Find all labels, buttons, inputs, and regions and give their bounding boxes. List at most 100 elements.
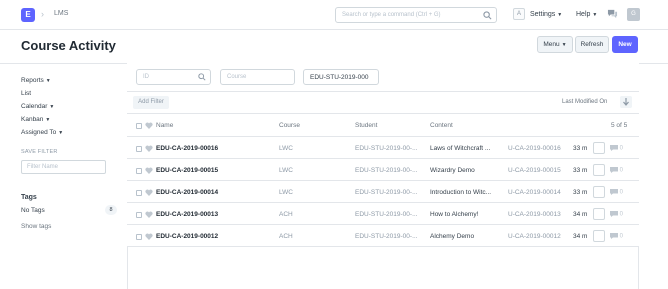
chevron-down-icon: ▼ — [49, 104, 55, 110]
row-student[interactable]: EDU-STU-2019-00-... — [355, 189, 418, 196]
heart-icon[interactable] — [145, 145, 153, 152]
comment-count-value: 0 — [619, 211, 624, 218]
row-course[interactable]: LWC — [279, 189, 293, 196]
row-student[interactable]: EDU-STU-2019-00-... — [355, 211, 418, 218]
row-name-link[interactable]: EDU-CA-2019-00014 — [156, 189, 218, 196]
sidebar-item-calendar[interactable]: Calendar ▼ — [21, 103, 54, 110]
sort-order-icon[interactable] — [620, 96, 632, 108]
comment-count-value: 0 — [619, 189, 624, 196]
comment-count: 0 — [610, 189, 623, 196]
heart-icon[interactable] — [145, 233, 153, 240]
sort-by-selector[interactable]: Last Modified On — [562, 99, 607, 105]
sidebar-item-assigned-to[interactable]: Assigned To ▼ — [21, 129, 63, 136]
row-content[interactable]: Laws of Witchcraft ... — [430, 145, 490, 152]
user-avatar[interactable]: G — [627, 8, 640, 21]
no-tags-item[interactable]: No Tags — [21, 207, 45, 214]
row-reference: U-CA-2019-00014 — [508, 189, 561, 196]
comment-icon — [610, 167, 618, 173]
breadcrumb-lms[interactable]: LMS — [54, 10, 68, 17]
row-reference: U-CA-2019-00015 — [508, 167, 561, 174]
row-checkbox[interactable] — [136, 168, 142, 174]
chevron-down-icon: ▼ — [58, 130, 64, 136]
help-dropdown[interactable]: Help ▼ — [576, 11, 597, 18]
list-header-row — [127, 114, 639, 137]
breadcrumb-separator: › — [41, 9, 44, 19]
row-content[interactable]: Alchemy Demo — [430, 233, 474, 240]
column-header-content: Content — [430, 122, 453, 129]
chevron-down-icon: ▼ — [45, 117, 51, 123]
help-label: Help — [576, 11, 591, 18]
menu-button[interactable]: Menu ▼ — [537, 36, 573, 53]
sidebar-item-label: Assigned To — [21, 129, 57, 136]
new-button[interactable]: New — [612, 36, 638, 53]
filter-name-input[interactable]: Filter Name — [21, 160, 106, 174]
chevron-down-icon: ▼ — [45, 78, 51, 84]
heart-icon[interactable] — [145, 167, 153, 174]
result-count: 5 of 5 — [611, 122, 628, 129]
row-name-link[interactable]: EDU-CA-2019-00015 — [156, 167, 218, 174]
search-icon — [198, 73, 206, 81]
search-icon — [483, 11, 492, 20]
add-filter-button[interactable]: Add Filter — [133, 96, 169, 109]
awesome-bar-search-input[interactable]: Search or type a command (Ctrl + G) — [335, 7, 497, 23]
refresh-button[interactable]: Refresh — [575, 36, 609, 53]
row-content[interactable]: Introduction to Witc... — [430, 189, 491, 196]
row-course[interactable]: LWC — [279, 167, 293, 174]
show-tags-link[interactable]: Show tags — [21, 223, 51, 230]
row-student[interactable]: EDU-STU-2019-00-... — [355, 167, 418, 174]
row-image-placeholder — [593, 186, 605, 198]
comment-icon — [610, 233, 618, 239]
no-tags-count-badge: 8 — [105, 205, 117, 215]
row-reference: U-CA-2019-00012 — [508, 233, 561, 240]
row-name-link[interactable]: EDU-CA-2019-00016 — [156, 145, 218, 152]
row-image-placeholder — [593, 142, 605, 154]
row-checkbox[interactable] — [136, 234, 142, 240]
heart-icon[interactable] — [145, 189, 153, 196]
row-checkbox[interactable] — [136, 146, 142, 152]
row-reference: U-CA-2019-00016 — [508, 145, 561, 152]
row-content[interactable]: Wizardry Demo — [430, 167, 475, 174]
comment-count: 0 — [610, 233, 623, 240]
sidebar-item-list[interactable]: List — [21, 90, 31, 97]
heart-icon[interactable] — [145, 211, 153, 218]
chat-icon[interactable] — [607, 9, 618, 19]
column-header-student: Student — [355, 122, 378, 129]
course-filter-input[interactable]: Course — [220, 69, 295, 85]
chevron-down-icon: ▼ — [561, 42, 567, 48]
save-filter-label: SAVE FILTER — [21, 149, 58, 155]
column-header-name: Name — [156, 122, 174, 129]
tags-heading: Tags — [21, 194, 37, 201]
row-modified-time: 33 m — [573, 189, 588, 196]
sidebar-item-label: Reports — [21, 77, 44, 84]
row-modified-time: 33 m — [573, 145, 588, 152]
row-reference: U-CA-2019-00013 — [508, 211, 561, 218]
row-name-link[interactable]: EDU-CA-2019-00013 — [156, 211, 218, 218]
comment-icon — [610, 211, 618, 217]
menu-button-label: Menu — [543, 41, 560, 48]
row-checkbox[interactable] — [136, 190, 142, 196]
comment-icon — [610, 189, 618, 195]
app-logo[interactable]: E — [21, 8, 35, 22]
row-checkbox[interactable] — [136, 212, 142, 218]
row-name-link[interactable]: EDU-CA-2019-00012 — [156, 233, 218, 240]
row-content[interactable]: How to Alchemy! — [430, 211, 478, 218]
sidebar-item-reports[interactable]: Reports ▼ — [21, 77, 51, 84]
id-filter-input[interactable]: ID — [136, 69, 211, 85]
student-filter-input[interactable]: EDU-STU-2019-000 — [303, 69, 379, 85]
settings-dropdown[interactable]: Settings ▼ — [530, 11, 562, 18]
filter-name-placeholder: Filter Name — [27, 164, 59, 170]
user-avatar-small[interactable]: A — [513, 8, 525, 20]
row-student[interactable]: EDU-STU-2019-00-... — [355, 233, 418, 240]
id-filter-placeholder: ID — [143, 74, 149, 80]
comment-count-value: 0 — [619, 167, 624, 174]
select-all-checkbox[interactable] — [136, 123, 142, 129]
row-student[interactable]: EDU-STU-2019-00-... — [355, 145, 418, 152]
row-course[interactable]: ACH — [279, 211, 293, 218]
comment-count: 0 — [610, 145, 623, 152]
search-placeholder: Search or type a command (Ctrl + G) — [342, 12, 441, 18]
sidebar-item-kanban[interactable]: Kanban ▼ — [21, 116, 50, 123]
top-navbar: E › LMS Search or type a command (Ctrl +… — [0, 0, 668, 30]
row-course[interactable]: ACH — [279, 233, 293, 240]
row-modified-time: 34 m — [573, 211, 588, 218]
row-course[interactable]: LWC — [279, 145, 293, 152]
